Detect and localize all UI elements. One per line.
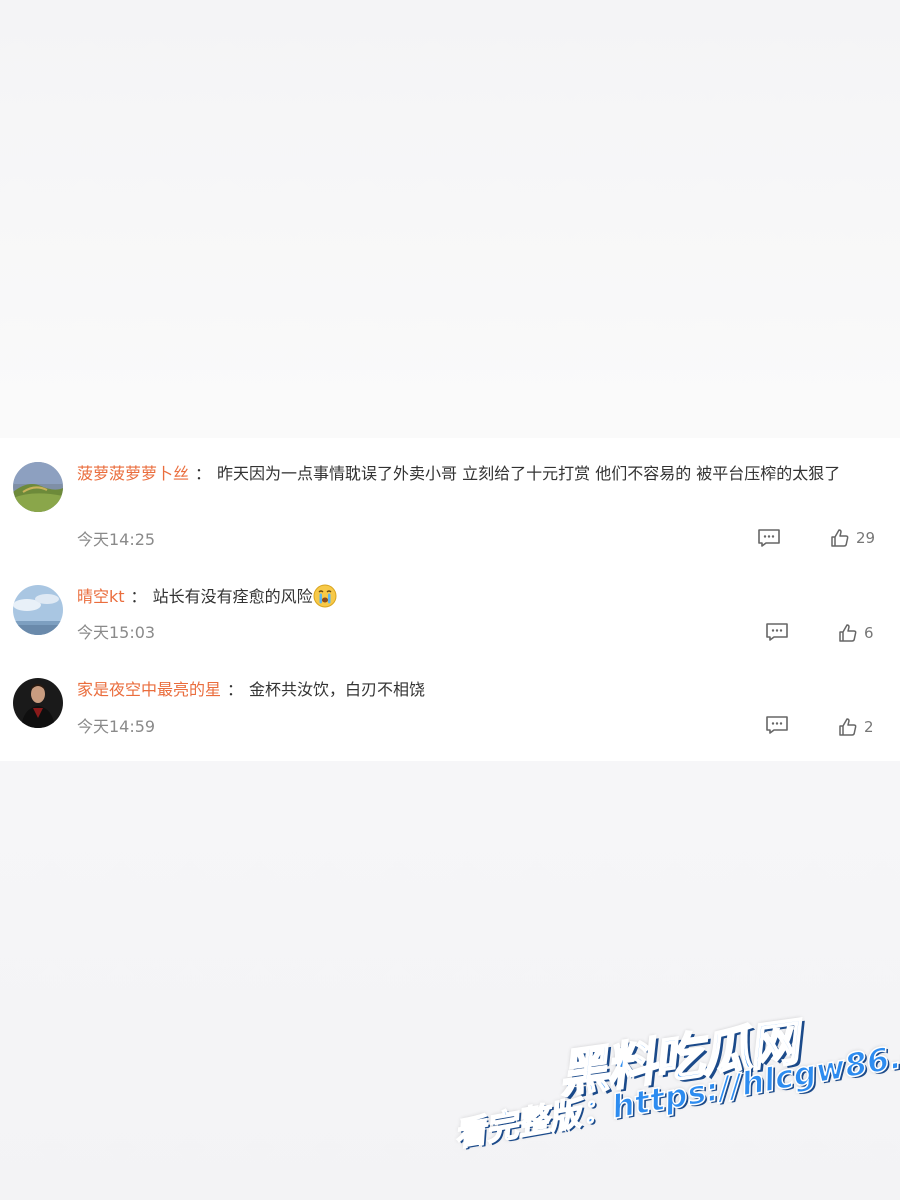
comment-content: 家是夜空中最亮的星 ： 金杯共汝饮，白刃不相饶	[77, 676, 886, 704]
comment-separator: ：	[195, 464, 212, 483]
comment-separator: ：	[130, 587, 147, 606]
like-count: 2	[864, 718, 874, 736]
thumbs-up-icon	[839, 624, 857, 642]
thumbs-up-icon	[839, 718, 857, 736]
comment-time: 今天14:25	[77, 530, 156, 549]
comment-bubble-icon	[766, 716, 788, 734]
reply-button[interactable]	[757, 528, 781, 548]
like-count: 6	[864, 624, 874, 642]
like-button[interactable]: 29	[830, 527, 875, 549]
comment-text: 站长有没有痊愈的风险	[152, 587, 313, 606]
reply-button[interactable]	[765, 622, 789, 642]
like-count: 29	[856, 529, 876, 547]
like-button[interactable]: 6	[838, 622, 874, 644]
comment-text: 金杯共汝饮，白刃不相饶	[249, 680, 426, 699]
reply-button[interactable]	[765, 715, 789, 735]
comment-content: 菠萝菠萝萝卜丝 ： 昨天因为一点事情耽误了外卖小哥 立刻给了十元打赏 他们不容易的 …	[77, 460, 886, 488]
comment-bubble-icon	[766, 623, 788, 641]
comment-text: 昨天因为一点事情耽误了外卖小哥 立刻给了十元打赏 他们不容易的 被平台压榨的太狠…	[217, 464, 841, 483]
avatar[interactable]	[13, 462, 63, 512]
comment-username[interactable]: 家是夜空中最亮的星	[77, 680, 221, 699]
comment-time: 今天14:59	[77, 717, 156, 736]
comment-separator: ：	[227, 680, 244, 699]
comment-content: 晴空kt ： 站长有没有痊愈的风险	[77, 583, 886, 611]
like-button[interactable]: 2	[838, 716, 874, 738]
avatar[interactable]	[13, 678, 63, 728]
crying-face-icon	[313, 584, 337, 608]
comment-username[interactable]: 菠萝菠萝萝卜丝	[77, 464, 189, 483]
thumbs-up-icon	[831, 529, 849, 547]
avatar[interactable]	[13, 585, 63, 635]
comment-bubble-icon	[758, 529, 780, 547]
comment-time: 今天15:03	[77, 623, 156, 642]
comment-list: 菠萝菠萝萝卜丝 ： 昨天因为一点事情耽误了外卖小哥 立刻给了十元打赏 他们不容易的 …	[0, 438, 900, 761]
comment-username[interactable]: 晴空kt	[77, 587, 125, 606]
